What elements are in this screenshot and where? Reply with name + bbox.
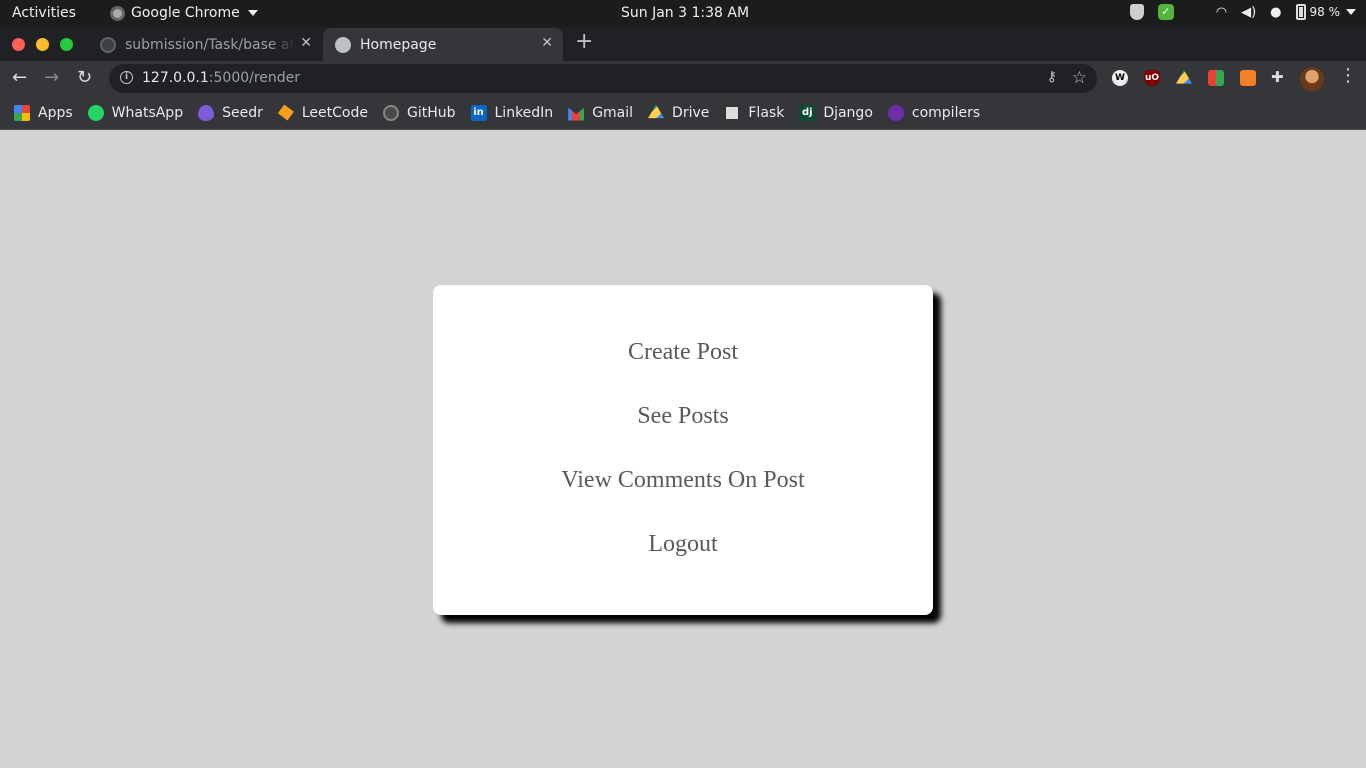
maximize-window-button[interactable] [60,38,73,51]
bookmark-linkedin[interactable]: in LinkedIn [470,104,554,121]
bookmark-label: LeetCode [301,104,368,121]
system-tray[interactable]: ✓ ◠ ◀) ● 98 % [1129,4,1356,20]
microphone-icon[interactable]: ● [1270,5,1281,20]
bookmark-drive[interactable]: Drive [648,104,710,121]
address-bar[interactable]: i 127.0.0.1:5000/render ⚷ ☆ [109,64,1097,93]
bookmark-github[interactable]: GitHub [382,104,456,121]
battery-percent: 98 % [1309,5,1341,19]
app-menu[interactable]: Google Chrome [110,5,258,21]
tab-title: submission/Task/base at [125,36,295,53]
bookmark-label: GitHub [406,104,456,121]
bookmark-seedr[interactable]: Seedr [198,104,263,121]
bookmark-django[interactable]: dj Django [799,104,873,121]
forward-arrow-icon[interactable]: → [44,67,59,88]
tab-github[interactable]: submission/Task/base at ✕ [88,28,322,61]
shield-icon[interactable] [1129,4,1144,20]
tab-homepage[interactable]: Homepage ✕ [323,28,563,61]
chrome-icon [110,5,125,21]
bookmarks-bar: Apps WhatsApp Seedr LeetCode GitHub in Li… [0,96,1366,130]
os-top-bar: Activities Google Chrome Sun Jan 3 1:38 … [0,0,1366,27]
bookmark-leetcode[interactable]: LeetCode [277,104,368,121]
extensions-puzzle-icon[interactable]: ✚ [1271,68,1284,86]
seedr-icon [198,104,215,121]
close-tab-icon[interactable]: ✕ [300,35,312,51]
site-info-icon[interactable]: i [120,71,133,84]
key-icon[interactable]: ⚷ [1047,69,1057,85]
logout-link[interactable]: Logout [433,531,933,558]
bookmark-star-icon[interactable]: ☆ [1072,68,1087,88]
colorful-extension-icon[interactable] [1208,70,1224,86]
see-posts-link[interactable]: See Posts [433,403,933,430]
wifi-icon[interactable]: ◠ [1216,5,1227,20]
profile-avatar[interactable] [1300,67,1324,91]
github-icon [382,104,399,121]
bookmark-flask[interactable]: Flask [724,104,785,121]
view-comments-link[interactable]: View Comments On Post [433,467,933,494]
bookmark-label: Flask [748,104,785,121]
close-tab-icon[interactable]: ✕ [541,35,553,51]
checkmark-icon[interactable]: ✓ [1157,4,1174,20]
whatsapp-icon [87,104,104,121]
create-post-link[interactable]: Create Post [433,339,933,366]
leetcode-icon [277,104,294,121]
menu-card: Create Post See Posts View Comments On P… [433,285,933,615]
globe-icon [335,36,351,53]
django-icon: dj [799,104,816,121]
caret-down-icon [247,10,258,16]
browser-toolbar: ← → ↻ i 127.0.0.1:5000/render ⚷ ☆ W uO ✚… [0,61,1366,96]
bookmark-compilers[interactable]: compilers [887,104,981,121]
bookmark-label: Gmail [592,104,634,121]
new-tab-button[interactable]: + [575,29,593,54]
bookmark-label: Seedr [222,104,263,121]
bookmark-apps[interactable]: Apps [14,104,73,121]
back-arrow-icon[interactable]: ← [12,67,27,88]
github-icon [100,36,116,53]
url-text[interactable]: 127.0.0.1:5000/render [142,70,300,86]
tab-title: Homepage [360,36,437,53]
ublock-extension-icon[interactable]: uO [1144,70,1160,86]
battery-indicator[interactable]: 98 % [1295,4,1356,20]
url-host: 127.0.0.1 [142,70,209,86]
bookmark-label: Apps [38,104,73,121]
url-path: :5000/render [208,70,301,86]
battery-icon [1295,4,1306,20]
tab-strip: submission/Task/base at ✕ Homepage ✕ + [0,27,1366,61]
volume-icon[interactable]: ◀) [1241,5,1256,20]
minimize-window-button[interactable] [36,38,49,51]
bookmark-label: Drive [672,104,710,121]
drive-icon [648,104,665,119]
bookmark-label: LinkedIn [494,104,554,121]
bookmark-label: WhatsApp [111,104,184,121]
gmail-icon [568,107,585,121]
wappalyzer-extension-icon[interactable]: W [1112,70,1128,86]
bookmark-gmail[interactable]: Gmail [568,105,633,121]
bookmark-whatsapp[interactable]: WhatsApp [87,104,184,121]
compilers-icon [887,104,904,121]
app-menu-label: Google Chrome [131,5,240,21]
drive-extension-icon[interactable] [1176,70,1192,84]
reload-icon[interactable]: ↻ [77,67,92,88]
caret-down-icon [1346,9,1356,15]
clock[interactable]: Sun Jan 3 1:38 AM [621,5,749,21]
flask-icon [724,104,741,121]
bookmark-label: compilers [911,104,981,121]
activities-button[interactable]: Activities [12,5,76,21]
stack-extension-icon[interactable] [1240,70,1256,86]
apps-icon [14,104,30,121]
kebab-menu-icon[interactable]: ⋮ [1339,65,1357,86]
bookmark-label: Django [823,104,873,121]
close-window-button[interactable] [12,38,25,51]
linkedin-icon: in [470,104,487,121]
